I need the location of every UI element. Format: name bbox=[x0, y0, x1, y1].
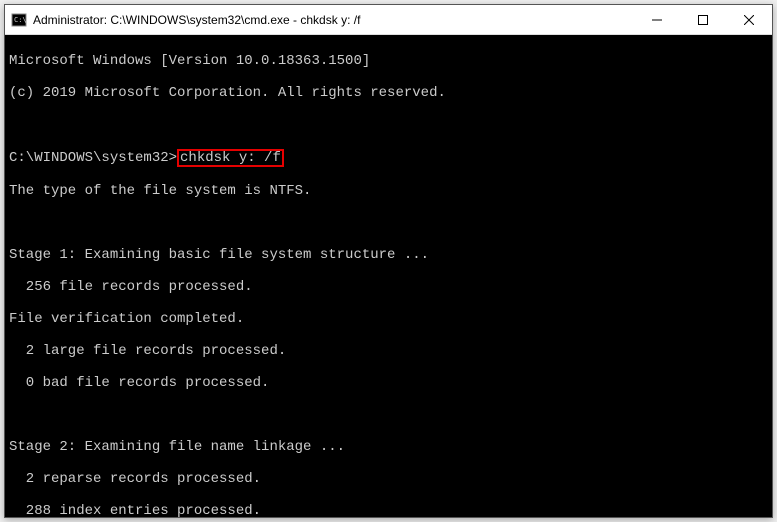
window-controls bbox=[634, 5, 772, 34]
terminal-line: Microsoft Windows [Version 10.0.18363.15… bbox=[9, 53, 768, 69]
terminal-line: Stage 1: Examining basic file system str… bbox=[9, 247, 768, 263]
terminal-line: 2 large file records processed. bbox=[9, 343, 768, 359]
cmd-icon: C:\ bbox=[11, 12, 27, 28]
terminal-line: (c) 2019 Microsoft Corporation. All righ… bbox=[9, 85, 768, 101]
minimize-button[interactable] bbox=[634, 5, 680, 35]
terminal-line bbox=[9, 117, 768, 133]
maximize-button[interactable] bbox=[680, 5, 726, 35]
terminal-line: The type of the file system is NTFS. bbox=[9, 183, 768, 199]
prompt: C:\WINDOWS\system32> bbox=[9, 150, 177, 166]
window-title: Administrator: C:\WINDOWS\system32\cmd.e… bbox=[33, 13, 634, 27]
terminal-line: 0 bad file records processed. bbox=[9, 375, 768, 391]
terminal-line: 2 reparse records processed. bbox=[9, 471, 768, 487]
terminal-line: 288 index entries processed. bbox=[9, 503, 768, 517]
terminal-line bbox=[9, 407, 768, 423]
terminal-output[interactable]: Microsoft Windows [Version 10.0.18363.15… bbox=[5, 35, 772, 517]
terminal-line: File verification completed. bbox=[9, 311, 768, 327]
highlighted-command: chkdsk y: /f bbox=[177, 149, 284, 167]
terminal-line bbox=[9, 215, 768, 231]
close-button[interactable] bbox=[726, 5, 772, 35]
titlebar[interactable]: C:\ Administrator: C:\WINDOWS\system32\c… bbox=[5, 5, 772, 35]
terminal-line: Stage 2: Examining file name linkage ... bbox=[9, 439, 768, 455]
svg-text:C:\: C:\ bbox=[14, 16, 27, 24]
terminal-line: C:\WINDOWS\system32>chkdsk y: /f bbox=[9, 149, 768, 167]
cmd-window: C:\ Administrator: C:\WINDOWS\system32\c… bbox=[4, 4, 773, 518]
terminal-line: 256 file records processed. bbox=[9, 279, 768, 295]
